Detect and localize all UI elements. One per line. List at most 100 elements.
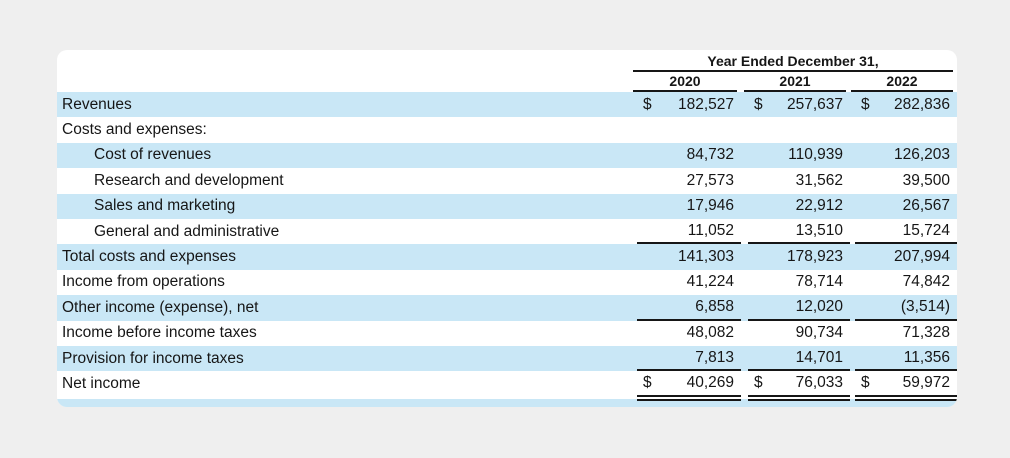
value-2021: 110,939 — [788, 146, 850, 164]
value-2022: (3,514) — [901, 298, 957, 316]
value-2020: 48,082 — [687, 324, 741, 342]
cell-2022: 11,356 — [855, 346, 957, 371]
value-2022: 282,836 — [894, 96, 957, 114]
row-sales-and-marketing: Sales and marketing 17,946 22,912 26,567 — [57, 194, 957, 219]
cell-2021: 178,923 — [748, 244, 850, 269]
cell-2020: 41,224 — [637, 270, 741, 295]
cell-2022: 39,500 — [855, 168, 957, 193]
row-label: Sales and marketing — [57, 197, 637, 215]
value-2022: 207,994 — [894, 248, 957, 266]
cell-2021: 110,939 — [748, 143, 850, 168]
cell-2020: 11,052 — [637, 219, 741, 244]
value-2022: 39,500 — [903, 172, 957, 190]
cell-2020: 141,303 — [637, 244, 741, 269]
income-statement-card: Year Ended December 31, 2020 2021 2022 R… — [57, 50, 957, 407]
row-label: Provision for income taxes — [57, 350, 637, 368]
value-2020: 17,946 — [687, 197, 741, 215]
cell-2021: 31,562 — [748, 168, 850, 193]
value-2021: 13,510 — [796, 222, 850, 240]
row-general-and-administrative: General and administrative 11,052 13,510… — [57, 219, 957, 244]
column-header-2022: 2022 — [851, 73, 953, 92]
row-net-income: Net income $40,269 $76,033 $59,972 — [57, 371, 957, 396]
value-2022: 15,724 — [903, 222, 957, 240]
table-body: Revenues $182,527 $257,637 $282,836 Cost… — [57, 92, 957, 407]
value-2021: 90,734 — [796, 324, 850, 342]
value-2021: 22,912 — [796, 197, 850, 215]
cell-2021: 13,510 — [748, 219, 850, 244]
value-2022: 74,842 — [903, 273, 957, 291]
cell-2020: 6,858 — [637, 295, 741, 320]
cell-2022: 26,567 — [855, 194, 957, 219]
cell-2020: 84,732 — [637, 143, 741, 168]
value-2022: 11,356 — [904, 349, 957, 367]
row-label: General and administrative — [57, 223, 637, 241]
cell-2020: 27,573 — [637, 168, 741, 193]
cell-2020: 7,813 — [637, 346, 741, 371]
value-2022: 126,203 — [894, 146, 957, 164]
dollar-sign: $ — [855, 374, 870, 392]
cell-2020: 48,082 — [637, 321, 741, 346]
value-2020: 27,573 — [687, 172, 741, 190]
dollar-sign: $ — [637, 374, 652, 392]
value-2020: 182,527 — [678, 96, 741, 114]
cell-2020: $40,269 — [637, 371, 741, 396]
column-header-2021: 2021 — [744, 73, 846, 92]
cell-2021: $76,033 — [748, 371, 850, 396]
value-2022: 59,972 — [903, 374, 957, 392]
value-2020: 40,269 — [687, 374, 741, 392]
cell-2020: $182,527 — [637, 92, 741, 117]
row-label: Revenues — [57, 96, 637, 114]
value-2020: 84,732 — [687, 146, 741, 164]
value-2021: 12,020 — [796, 298, 850, 316]
value-2021: 31,562 — [796, 172, 850, 190]
cell-2022: 71,328 — [855, 321, 957, 346]
cell-2021: 14,701 — [748, 346, 850, 371]
cell-2020: 17,946 — [637, 194, 741, 219]
cell-2022: $282,836 — [855, 92, 957, 117]
cell-2022: 126,203 — [855, 143, 957, 168]
cell-2021: 12,020 — [748, 295, 850, 320]
row-income-before-income-taxes: Income before income taxes 48,082 90,734… — [57, 321, 957, 346]
value-2020: 11,052 — [688, 222, 741, 240]
value-2021: 76,033 — [796, 374, 850, 392]
row-label: Other income (expense), net — [57, 299, 637, 317]
row-label: Cost of revenues — [57, 146, 637, 164]
cell-2021: 90,734 — [748, 321, 850, 346]
value-2020: 141,303 — [678, 248, 741, 266]
cell-2021: 22,912 — [748, 194, 850, 219]
cell-2021: $257,637 — [748, 92, 850, 117]
column-header-2020: 2020 — [633, 73, 737, 92]
value-2022: 26,567 — [903, 197, 957, 215]
value-2021: 178,923 — [787, 248, 850, 266]
row-provision-for-income-taxes: Provision for income taxes 7,813 14,701 … — [57, 346, 957, 371]
value-2021: 14,701 — [796, 349, 850, 367]
cell-2022: 15,724 — [855, 219, 957, 244]
cell-2022: (3,514) — [855, 295, 957, 320]
dollar-sign: $ — [748, 374, 763, 392]
dollar-sign: $ — [748, 96, 763, 114]
row-label: Income before income taxes — [57, 324, 637, 342]
row-total-costs-and-expenses: Total costs and expenses 141,303 178,923… — [57, 244, 957, 269]
value-2021: 78,714 — [796, 273, 850, 291]
cell-2021: 78,714 — [748, 270, 850, 295]
row-label: Net income — [57, 375, 637, 393]
dollar-sign: $ — [855, 96, 870, 114]
value-2022: 71,328 — [903, 324, 957, 342]
row-label: Costs and expenses: — [57, 121, 637, 139]
row-costs-and-expenses-heading: Costs and expenses: — [57, 117, 957, 142]
value-2021: 257,637 — [787, 96, 850, 114]
row-label: Total costs and expenses — [57, 248, 637, 266]
row-income-from-operations: Income from operations 41,224 78,714 74,… — [57, 270, 957, 295]
value-2020: 7,813 — [695, 349, 741, 367]
cell-2022 — [855, 117, 957, 142]
cell-2022: 74,842 — [855, 270, 957, 295]
row-revenues: Revenues $182,527 $257,637 $282,836 — [57, 92, 957, 117]
period-title: Year Ended December 31, — [633, 54, 953, 72]
cell-2022: 207,994 — [855, 244, 957, 269]
year-column-headers: 2020 2021 2022 — [633, 73, 953, 92]
row-research-and-development: Research and development 27,573 31,562 3… — [57, 168, 957, 193]
value-2020: 41,224 — [687, 273, 741, 291]
row-cost-of-revenues: Cost of revenues 84,732 110,939 126,203 — [57, 143, 957, 168]
row-label: Research and development — [57, 172, 637, 190]
value-2020: 6,858 — [695, 298, 741, 316]
